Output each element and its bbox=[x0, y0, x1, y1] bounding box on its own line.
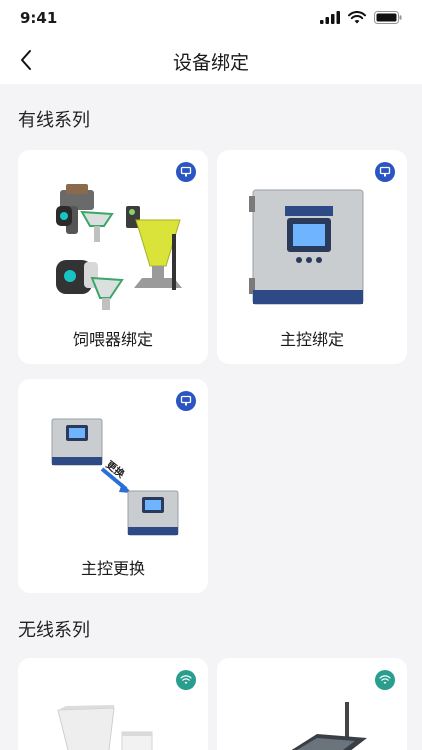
wifi-icon bbox=[180, 675, 192, 684]
card-feeder-bind[interactable]: 饲喂器绑定 bbox=[18, 150, 208, 364]
wired-device-badge bbox=[176, 162, 196, 182]
page-title: 设备绑定 bbox=[172, 52, 249, 74]
status-time: 9:41 bbox=[20, 9, 58, 27]
section-title-wireless: 无线系列 bbox=[18, 620, 90, 641]
wireless-device-badge bbox=[176, 670, 196, 690]
card-controller-replace[interactable]: 更换 主控更换 bbox=[18, 379, 208, 593]
section-title-wired: 有线系列 bbox=[18, 110, 90, 131]
card-label: 主控更换 bbox=[80, 559, 145, 578]
wifi-icon bbox=[379, 675, 391, 684]
wired-device-badge bbox=[375, 162, 395, 182]
wireless-device-badge bbox=[375, 670, 395, 690]
wired-device-icon bbox=[180, 395, 192, 406]
battery-icon bbox=[374, 11, 402, 24]
card-wireless-2[interactable] bbox=[217, 658, 407, 750]
wifi-status-icon bbox=[348, 11, 366, 24]
card-wireless-1[interactable] bbox=[18, 658, 208, 750]
wired-device-icon bbox=[180, 166, 192, 177]
status-bar: 9:41 bbox=[0, 0, 422, 36]
card-controller-bind[interactable]: 主控绑定 bbox=[217, 150, 407, 364]
wired-device-icon bbox=[379, 166, 391, 177]
card-label: 主控绑定 bbox=[279, 330, 344, 349]
nav-bar: 设备绑定 bbox=[0, 36, 422, 84]
signal-icon bbox=[320, 11, 340, 24]
status-icons bbox=[320, 11, 402, 24]
card-label: 饲喂器绑定 bbox=[72, 330, 153, 349]
wired-device-badge bbox=[176, 391, 196, 411]
